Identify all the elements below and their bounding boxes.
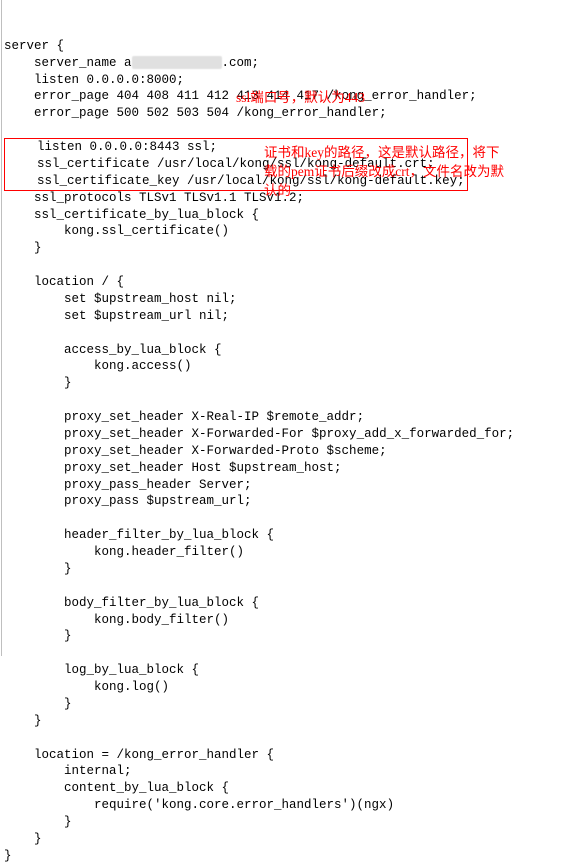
- redacted-domain: [132, 56, 222, 69]
- cert-path-annotation: 证书和key的路径，这是默认路径，将下载的pem证书后缀改成crt，文件名改为默…: [264, 144, 504, 201]
- ssl-port-annotation: ssl端口号，默认为443: [236, 89, 365, 107]
